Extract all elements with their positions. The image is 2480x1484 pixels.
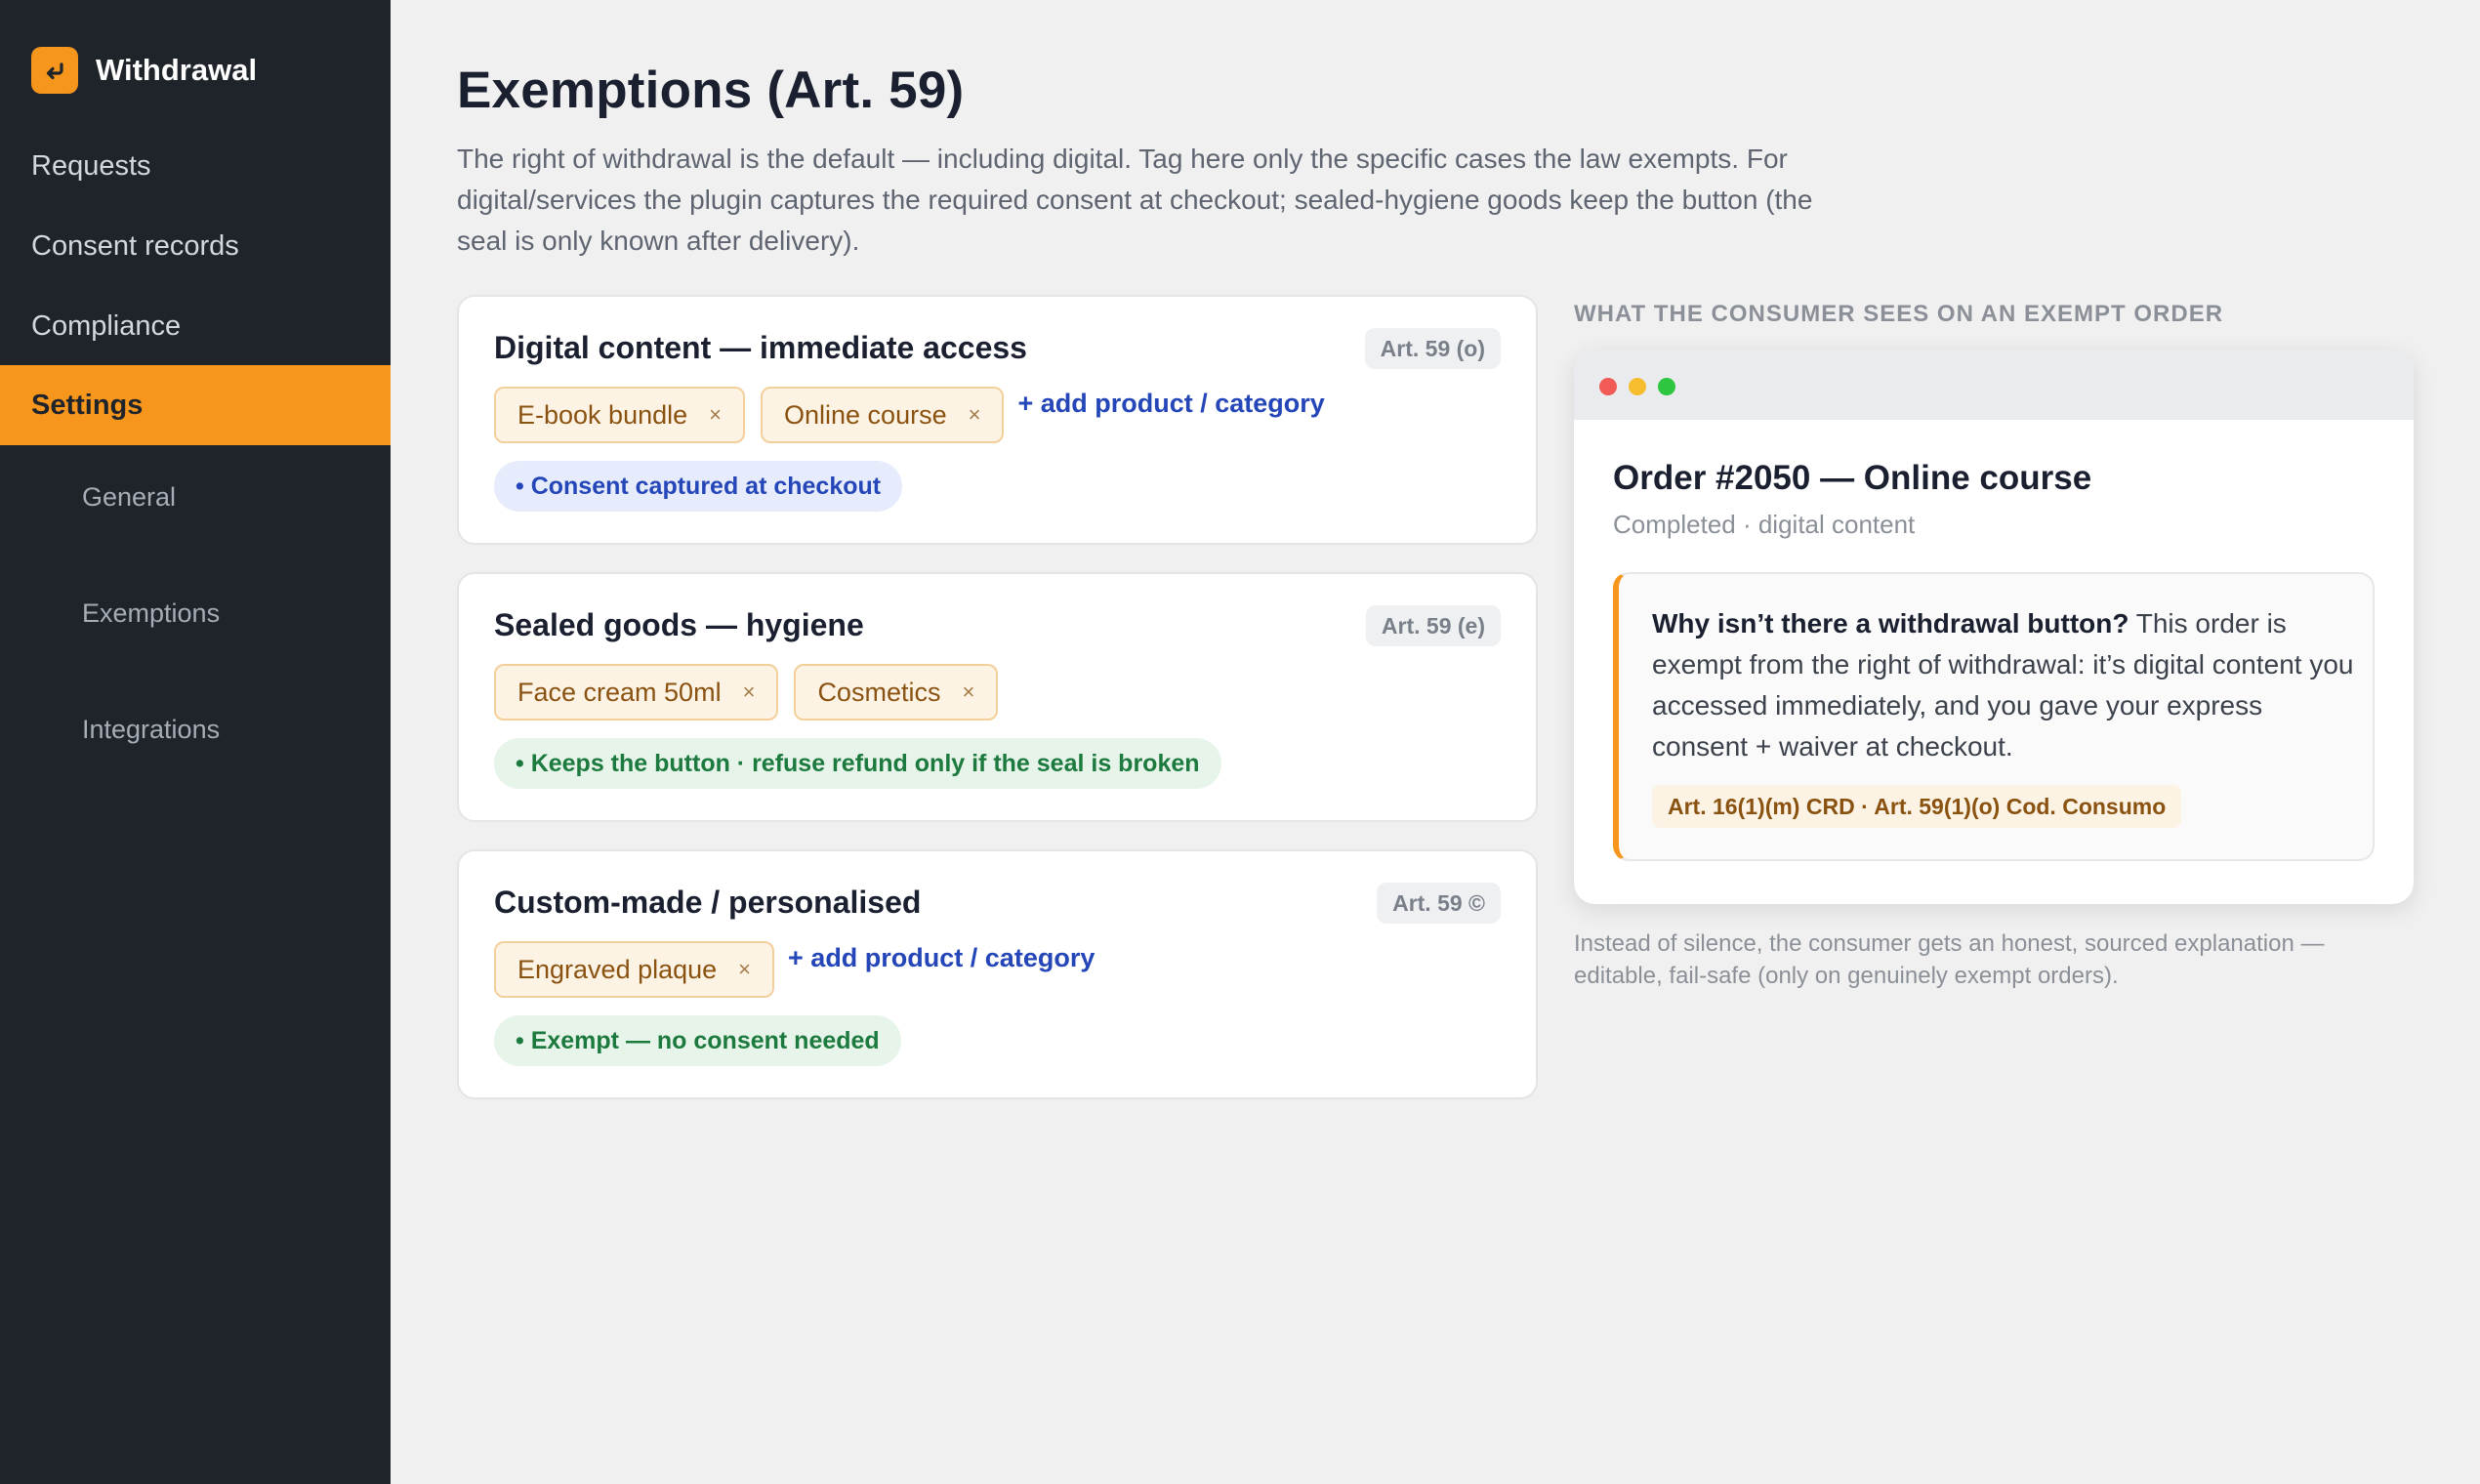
window-close-dot-icon (1599, 378, 1617, 395)
card-title: Digital content — immediate access (494, 330, 1027, 365)
order-title: Order #2050 — Online course (1613, 459, 2092, 497)
preview-caption: Instead of silence, the consumer gets an… (1574, 930, 2325, 989)
preview-label: WHAT THE CONSUMER SEES ON AN EXEMPT ORDE… (1574, 301, 2224, 327)
product-tag: Engraved plaque × (494, 941, 775, 998)
product-tag: Cosmetics × (794, 664, 999, 721)
sub-item-general[interactable]: General (0, 468, 391, 526)
nav-item-settings[interactable]: Settings (0, 365, 391, 445)
tag-label: Cosmetics (817, 677, 941, 707)
article-badge: Art. 59 (o) (1364, 328, 1501, 369)
tag-label: Engraved plaque (517, 954, 718, 984)
nav-item-requests[interactable]: Requests (0, 126, 391, 206)
nav-item-compliance[interactable]: Compliance (0, 286, 391, 366)
remove-tag-icon[interactable]: × (962, 680, 974, 705)
article-badge: Art. 59 © (1377, 883, 1501, 924)
notice-heading: Why isn’t there a withdrawal button? (1652, 608, 2129, 639)
return-arrow-icon (31, 47, 78, 94)
remove-tag-icon[interactable]: × (743, 680, 756, 705)
remove-tag-icon[interactable]: × (738, 957, 751, 982)
page-description: The right of withdrawal is the default —… (457, 144, 1813, 256)
product-tag: E-book bundle × (494, 387, 745, 443)
article-badge: Art. 59 (e) (1365, 605, 1501, 646)
tag-list: Face cream 50ml × Cosmetics × (494, 664, 999, 721)
status-pill: • Exempt — no consent needed (494, 1015, 901, 1066)
sub-item-integrations[interactable]: Integrations (0, 700, 391, 759)
tag-list: E-book bundle × Online course × + add pr… (494, 387, 1325, 443)
card-title: Sealed goods — hygiene (494, 607, 864, 642)
remove-tag-icon[interactable]: × (709, 402, 722, 428)
consumer-preview-window: Order #2050 — Online course Completed · … (1574, 350, 2414, 904)
brand-name: Withdrawal (96, 53, 258, 87)
order-subtitle: Completed · digital content (1613, 510, 1916, 539)
add-product-link[interactable]: + add product / category (788, 943, 1095, 973)
brand[interactable]: Withdrawal (31, 47, 257, 94)
window-maximize-dot-icon (1658, 378, 1675, 395)
product-tag: Face cream 50ml × (494, 664, 779, 721)
notice-text: Why isn’t there a withdrawal button? Thi… (1652, 603, 2355, 767)
nav-item-consent-records[interactable]: Consent records (0, 206, 391, 286)
sidebar: Withdrawal Requests Consent records Comp… (0, 0, 391, 1484)
remove-tag-icon[interactable]: × (969, 402, 981, 428)
product-tag: Online course × (761, 387, 1005, 443)
card-title: Custom-made / personalised (494, 885, 922, 920)
exemption-card-digital: Digital content — immediate access Art. … (457, 295, 1538, 545)
tag-label: Face cream 50ml (517, 677, 722, 707)
add-product-link[interactable]: + add product / category (1017, 389, 1324, 419)
window-titlebar (1574, 350, 2414, 420)
exemption-card-sealed: Sealed goods — hygiene Art. 59 (e) Face … (457, 572, 1538, 822)
tag-label: Online course (784, 399, 947, 430)
status-pill: • Keeps the button · refuse refund only … (494, 738, 1221, 789)
exemption-card-custom: Custom-made / personalised Art. 59 © Eng… (457, 849, 1538, 1099)
page-title: Exemptions (Art. 59) (457, 62, 965, 119)
window-minimize-dot-icon (1629, 378, 1646, 395)
tag-list: Engraved plaque × + add product / catego… (494, 941, 1095, 998)
sub-item-exemptions[interactable]: Exemptions (0, 584, 391, 642)
status-pill: • Consent captured at checkout (494, 461, 903, 512)
tag-label: E-book bundle (517, 399, 688, 430)
exemption-notice: Why isn’t there a withdrawal button? Thi… (1613, 572, 2375, 861)
law-reference-badge: Art. 16(1)(m) CRD · Art. 59(1)(o) Cod. C… (1652, 785, 2182, 828)
